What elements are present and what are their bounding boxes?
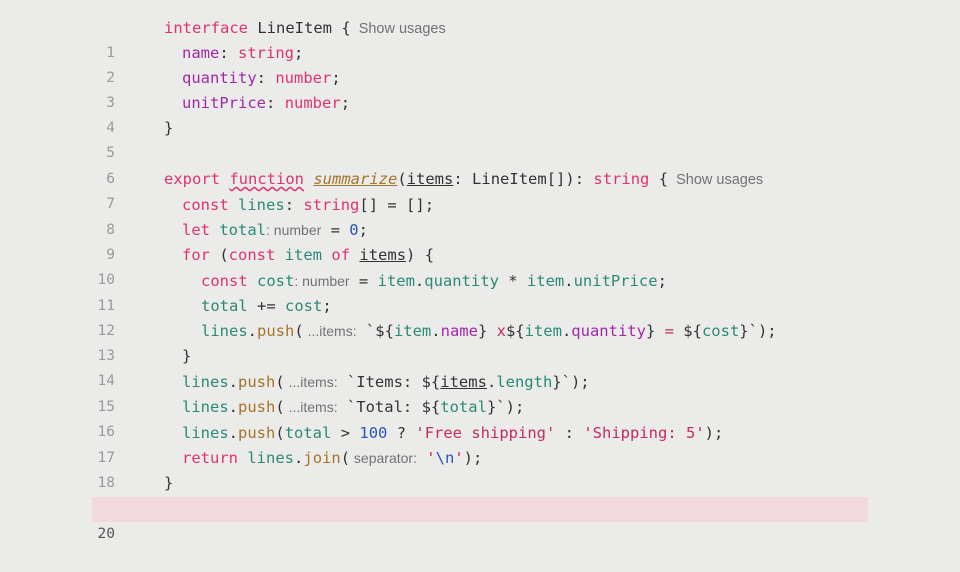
code-line[interactable]: 5 } bbox=[92, 116, 868, 161]
param-hint: ...items: bbox=[284, 399, 338, 415]
code-editor[interactable]: 1 interface LineItem {Show usages 2 name… bbox=[0, 0, 960, 542]
param-hint: ...items: bbox=[284, 374, 338, 390]
code-line[interactable]: 7 export function summarize(items: LineI… bbox=[92, 167, 868, 212]
current-line[interactable]: 20 bbox=[92, 497, 868, 542]
function-name[interactable]: summarize bbox=[313, 170, 397, 188]
code-line[interactable]: 11 const cost: number = item.quantity * … bbox=[92, 269, 868, 314]
code-line[interactable]: 18 return lines.join( separator: '\n'); bbox=[92, 446, 868, 491]
code-line[interactable]: 1 interface LineItem {Show usages bbox=[92, 16, 868, 61]
code-line[interactable]: 19 } bbox=[92, 471, 868, 516]
code-line[interactable]: 13 lines.push( ...items: `${item.name} x… bbox=[92, 319, 868, 364]
code-line[interactable]: 8 const lines: string[] = []; bbox=[92, 193, 868, 238]
type-hint: : number bbox=[266, 222, 322, 238]
code-line[interactable]: 6 bbox=[92, 142, 868, 187]
code-line[interactable]: 17 lines.push(total > 100 ? 'Free shippi… bbox=[92, 421, 868, 466]
code-line[interactable]: 9 let total: number = 0; bbox=[92, 218, 868, 263]
function-keyword-warning[interactable]: function bbox=[229, 170, 304, 188]
code-line[interactable]: 3 quantity: number; bbox=[92, 66, 868, 111]
code-line[interactable]: 12 total += cost; bbox=[92, 294, 868, 339]
show-usages-link[interactable]: Show usages bbox=[676, 172, 763, 188]
code-line[interactable]: 2 name: string; bbox=[92, 41, 868, 86]
code-line[interactable]: 16 lines.push( ...items: `Total: ${total… bbox=[92, 395, 868, 440]
code-line[interactable]: 14 } bbox=[92, 344, 868, 389]
show-usages-link[interactable]: Show usages bbox=[359, 21, 446, 37]
line-number: 20 bbox=[97, 526, 115, 542]
code-line[interactable]: 4 unitPrice: number; bbox=[92, 91, 868, 136]
code-line[interactable]: 10 for (const item of items) { bbox=[92, 243, 868, 288]
param-hint: ...items: bbox=[303, 323, 357, 339]
type-hint: : number bbox=[294, 273, 350, 289]
code-line[interactable]: 15 lines.push( ...items: `Items: ${items… bbox=[92, 370, 868, 415]
param-hint: separator: bbox=[350, 450, 417, 466]
